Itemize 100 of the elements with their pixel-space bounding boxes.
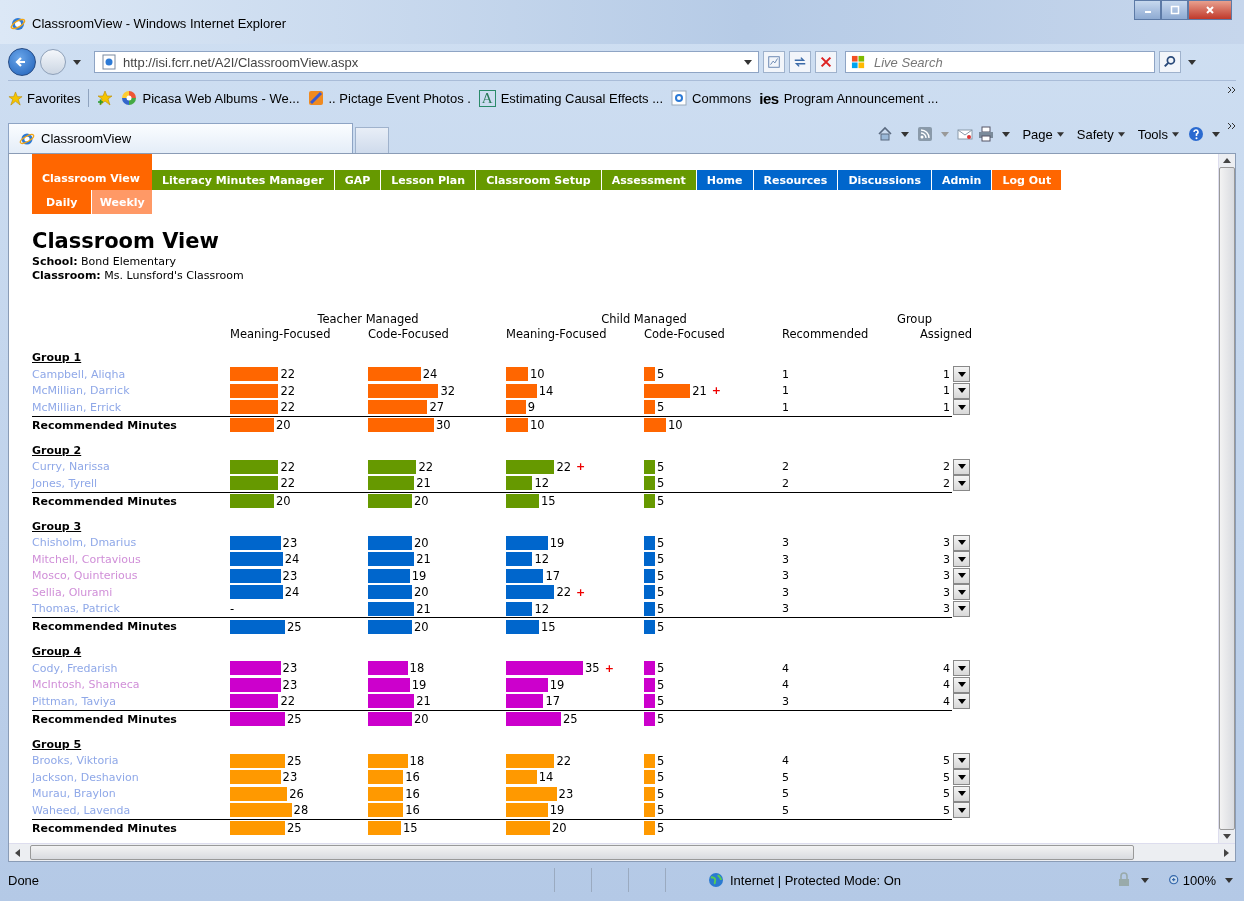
minutes-value: 23 xyxy=(282,661,298,676)
group-select[interactable]: 5 xyxy=(943,753,970,769)
address-field[interactable]: http://isi.fcrr.net/A2I/ClassroomView.aspx xyxy=(94,51,759,73)
nav-tab[interactable]: Admin xyxy=(932,170,993,190)
nav-tab[interactable]: GAP xyxy=(334,170,382,190)
home-icon[interactable] xyxy=(877,126,894,142)
dropdown-arrow-icon xyxy=(957,791,966,797)
group-select[interactable]: 1 xyxy=(943,366,970,382)
favorite-link[interactable]: .. Pictage Event Photos . xyxy=(307,90,471,106)
group-select[interactable]: 3 xyxy=(943,601,970,617)
command-menu[interactable]: Page xyxy=(1022,126,1064,142)
feed-icon[interactable] xyxy=(917,126,934,142)
group-select[interactable]: 5 xyxy=(943,802,970,818)
zoom-button[interactable]: 100% xyxy=(1167,872,1216,888)
column-header: Code-Focused xyxy=(368,326,450,341)
caret-icon xyxy=(1117,131,1125,137)
scroll-down-icon[interactable] xyxy=(1223,834,1231,839)
group-select[interactable]: 5 xyxy=(943,786,970,802)
recommended-group: 3 xyxy=(782,536,920,550)
scroll-right-icon[interactable] xyxy=(1224,848,1229,857)
favorite-link[interactable]: A Estimating Causal Effects ... xyxy=(478,89,664,107)
minutes-value: 20 xyxy=(276,418,291,432)
refresh-button[interactable] xyxy=(789,51,811,73)
maximize-button[interactable] xyxy=(1161,0,1188,20)
minutes-value: 20 xyxy=(552,821,567,835)
dropdown-arrow-icon xyxy=(957,698,966,704)
recommended-group: 1 xyxy=(782,400,920,414)
back-button[interactable] xyxy=(8,48,36,76)
group-select[interactable]: 3 xyxy=(943,535,970,551)
favorite-link[interactable]: Commons xyxy=(671,90,752,106)
favorites-button[interactable]: Favorites xyxy=(8,90,81,106)
help-icon[interactable] xyxy=(1188,126,1204,142)
stop-button[interactable] xyxy=(815,51,837,73)
command-menu[interactable]: Safety xyxy=(1076,126,1125,142)
nav-tab[interactable]: Assessment xyxy=(601,170,697,190)
minutes-value: 5 xyxy=(657,400,665,415)
caret-icon[interactable] xyxy=(901,131,910,137)
dropdown-arrow-icon xyxy=(957,480,966,486)
caret-icon[interactable] xyxy=(744,59,752,65)
group-select[interactable]: 1 xyxy=(943,399,970,415)
nav-tab[interactable]: Log Out xyxy=(992,170,1063,190)
row-label: Recommended Minutes xyxy=(32,620,178,633)
minutes-value: 16 xyxy=(405,803,420,818)
minutes-value: 14 xyxy=(538,383,554,398)
minutes-value: 23 xyxy=(282,770,298,785)
scroll-left-icon[interactable] xyxy=(15,848,20,857)
horizontal-scrollbar[interactable] xyxy=(9,843,1235,861)
caret-icon[interactable] xyxy=(1225,877,1233,883)
nav-tab[interactable]: Resources xyxy=(753,170,839,190)
print-icon[interactable] xyxy=(978,126,995,142)
minutes-value: 10 xyxy=(668,418,683,432)
group-select[interactable]: 4 xyxy=(943,660,970,676)
minutes-value: 24 xyxy=(422,367,438,382)
chevron-icon[interactable] xyxy=(1228,87,1236,93)
nav-tab[interactable]: Discussions xyxy=(838,170,932,190)
caret-icon[interactable] xyxy=(1212,131,1220,137)
caret-icon[interactable] xyxy=(1002,131,1011,137)
mail-icon[interactable] xyxy=(957,126,974,142)
chevron-icon[interactable] xyxy=(1228,123,1236,129)
column-header: Assigned xyxy=(920,326,970,341)
favorite-link[interactable]: ies Program Announcement ... xyxy=(759,89,939,107)
caret-icon[interactable] xyxy=(1188,59,1196,65)
group-select[interactable]: 2 xyxy=(943,475,970,491)
minutes-value: - xyxy=(230,601,235,616)
group-select[interactable]: 2 xyxy=(943,459,970,475)
scroll-up-icon[interactable] xyxy=(1223,158,1231,163)
nav-tab[interactable]: Lesson Plan xyxy=(381,170,477,190)
group-select[interactable]: 4 xyxy=(943,693,970,709)
nav-tab[interactable]: Home xyxy=(696,170,754,190)
search-field[interactable]: Live Search xyxy=(845,51,1155,73)
nav-tab[interactable]: Literacy Minutes Manager xyxy=(151,170,335,190)
recommended-group: 2 xyxy=(782,460,920,474)
group-select[interactable]: 1 xyxy=(943,383,970,399)
row-label: Recommended Minutes xyxy=(32,821,178,835)
group-select[interactable]: 3 xyxy=(943,584,970,600)
group-select[interactable]: 5 xyxy=(943,769,970,785)
caret-icon[interactable] xyxy=(73,59,81,65)
minutes-value: 5 xyxy=(657,619,665,634)
browser-tab[interactable]: ClassroomView xyxy=(8,123,353,153)
group-select[interactable]: 4 xyxy=(943,677,970,693)
stop-icon xyxy=(819,55,833,69)
minutes-value: 20 xyxy=(414,494,429,508)
close-button[interactable] xyxy=(1188,0,1232,20)
search-button[interactable] xyxy=(1159,51,1181,73)
minutes-value: 23 xyxy=(558,786,574,801)
minutes-value: 25 xyxy=(563,712,578,726)
group-select[interactable]: 3 xyxy=(943,551,970,567)
group-heading: Group 5 xyxy=(32,737,82,751)
caret-icon[interactable] xyxy=(1140,877,1149,883)
sub-tab[interactable]: Daily xyxy=(32,190,92,214)
over-mark: + xyxy=(576,460,586,474)
group-select[interactable]: 3 xyxy=(943,568,970,584)
scroll-thumb[interactable] xyxy=(30,845,1134,860)
favorite-link[interactable]: Picasa Web Albums - We... xyxy=(121,90,300,106)
minimize-button[interactable] xyxy=(1134,0,1161,20)
nav-tab[interactable]: Classroom Setup xyxy=(476,170,602,190)
command-menu[interactable]: Tools xyxy=(1137,126,1179,142)
recommended-group: 2 xyxy=(782,476,920,490)
dropdown-arrow-icon xyxy=(957,807,966,813)
minutes-value: 5 xyxy=(657,367,665,382)
